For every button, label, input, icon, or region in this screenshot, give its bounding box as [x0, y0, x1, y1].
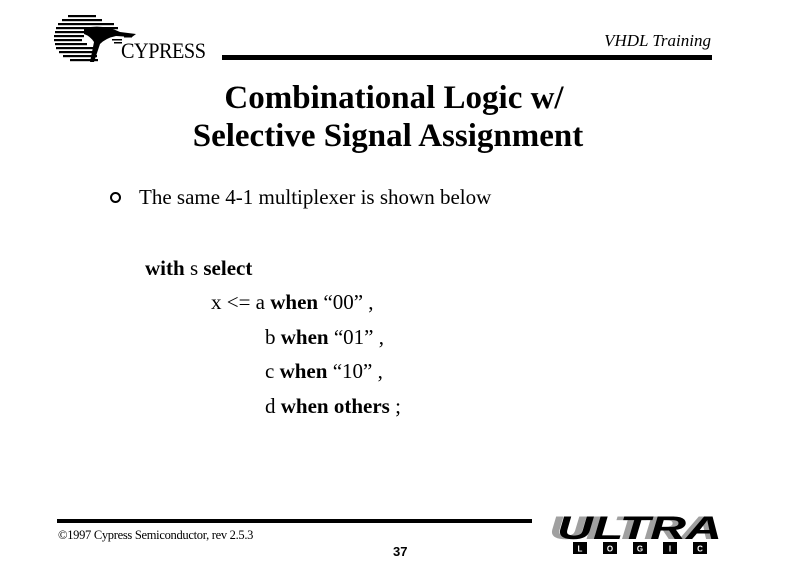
- copyright-notice: ©1997 Cypress Semiconductor, rev 2.5.3: [58, 528, 254, 542]
- ultra-logo-word: ULTRA: [557, 512, 722, 546]
- logic-letter: O: [607, 545, 613, 554]
- code-line: c when “10” ,: [265, 359, 383, 383]
- hollow-circle-bullet-icon: [110, 192, 121, 203]
- code-keyword: when: [280, 394, 329, 418]
- code-text: d: [265, 394, 281, 418]
- code-keyword: select: [203, 256, 253, 280]
- code-keyword: when: [270, 290, 319, 314]
- ultra-logic-logo-icon: ULTRA ULTRA LOGIC: [549, 512, 722, 554]
- code-line: b when “01” ,: [265, 325, 384, 349]
- code-line: d when others ;: [265, 394, 401, 418]
- code-keyword: with: [145, 256, 185, 280]
- bullet-point: The same 4-1 multiplexer is shown below: [110, 185, 491, 209]
- code-text: “10” ,: [327, 359, 383, 383]
- code-text: x <= a: [211, 290, 271, 314]
- code-text: “00” ,: [318, 290, 374, 314]
- code-text: c: [265, 359, 280, 383]
- slide-title-line-2: Selective Signal Assignment: [192, 118, 584, 154]
- course-title: VHDL Training: [604, 31, 711, 50]
- code-text: ;: [389, 394, 401, 418]
- code-text: s: [184, 256, 204, 280]
- slide-title-line-1: Combinational Logic w/: [224, 80, 564, 116]
- logic-letter: L: [578, 545, 583, 554]
- logic-letter: I: [669, 545, 671, 554]
- logic-letter: G: [637, 545, 643, 554]
- slide-title: Combinational Logic w/ Selective Signal …: [0, 79, 792, 155]
- company-name: CYPRESS: [121, 38, 206, 63]
- logic-letter: C: [697, 545, 703, 554]
- footer-divider: [57, 519, 532, 523]
- code-text: “01” ,: [328, 325, 385, 349]
- code-line: x <= a when “00” ,: [211, 290, 374, 314]
- page-number: 37: [393, 544, 408, 559]
- code-keyword: others: [333, 394, 390, 418]
- code-line: with s select: [145, 256, 252, 280]
- code-keyword: when: [280, 325, 329, 349]
- header-divider: [222, 55, 712, 60]
- code-text: b: [265, 325, 281, 349]
- code-keyword: when: [279, 359, 328, 383]
- bullet-text: The same 4-1 multiplexer is shown below: [139, 185, 492, 209]
